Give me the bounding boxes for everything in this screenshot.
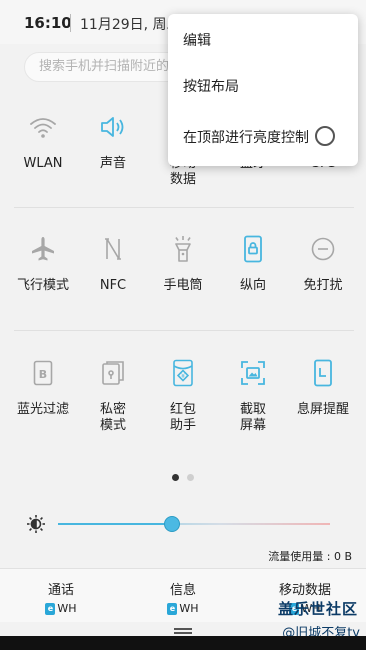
brightness-icon bbox=[26, 514, 46, 538]
brightness-thumb[interactable] bbox=[164, 516, 181, 532]
tile-label: NFC bbox=[99, 278, 127, 293]
tile-row-divider bbox=[14, 207, 354, 208]
tile-red-packet[interactable]: ¥ 红包 助手 bbox=[148, 356, 218, 434]
tile-wifi[interactable]: WLAN bbox=[8, 110, 78, 172]
tile-always-on-display[interactable]: 息屏提醒 bbox=[288, 356, 358, 418]
sim-default-calls[interactable]: 通话 e WH bbox=[0, 579, 122, 615]
sim-name: WH bbox=[179, 602, 199, 615]
tile-label: WLAN bbox=[23, 156, 63, 171]
svg-text:¥: ¥ bbox=[181, 373, 185, 380]
tile-label: 飞行模式 bbox=[16, 278, 69, 293]
tile-label: 截取 屏幕 bbox=[239, 402, 266, 433]
data-usage-label: 流量使用量 : 0 B bbox=[268, 550, 352, 563]
sim-default-value: e WH bbox=[122, 602, 244, 615]
private-mode-icon bbox=[78, 356, 148, 390]
wifi-icon bbox=[8, 110, 78, 144]
tile-blue-light-filter[interactable]: B 蓝光过滤 bbox=[8, 356, 78, 418]
status-time: 16:10 bbox=[24, 14, 72, 32]
overflow-menu: 编辑 按钮布局 在顶部进行亮度控制 bbox=[168, 14, 358, 166]
page-indicator bbox=[172, 474, 194, 481]
tile-label: 声音 bbox=[99, 156, 126, 171]
tile-airplane[interactable]: 飞行模式 bbox=[8, 232, 78, 294]
tile-label: 息屏提醒 bbox=[296, 402, 349, 417]
tile-label: 免打扰 bbox=[303, 278, 343, 293]
tile-portrait-lock[interactable]: 纵向 bbox=[218, 232, 288, 294]
page-dot-2[interactable] bbox=[187, 474, 194, 481]
tile-row-divider bbox=[14, 330, 354, 331]
sim-name: WH bbox=[57, 602, 77, 615]
sim-card-icon: e bbox=[45, 602, 56, 615]
tile-label: 手电筒 bbox=[163, 278, 203, 293]
brightness-on-top-radio[interactable] bbox=[315, 126, 335, 146]
navigation-bar bbox=[0, 636, 366, 650]
sim-default-title: 信息 bbox=[169, 583, 196, 598]
do-not-disturb-icon bbox=[288, 232, 358, 266]
tile-private-mode[interactable]: 私密 模式 bbox=[78, 356, 148, 434]
page-dot-1[interactable] bbox=[172, 474, 179, 481]
tile-do-not-disturb[interactable]: 免打扰 bbox=[288, 232, 358, 294]
sim-default-value: e WH bbox=[0, 602, 122, 615]
tile-label: 蓝光过滤 bbox=[16, 402, 69, 417]
panel-drag-handle[interactable] bbox=[174, 628, 192, 634]
tile-label: 私密 模式 bbox=[99, 402, 126, 433]
blue-light-filter-icon: B bbox=[8, 356, 78, 390]
sim-default-title: 通话 bbox=[47, 583, 74, 598]
screenshot-icon bbox=[218, 356, 288, 390]
flashlight-icon bbox=[148, 232, 218, 266]
airplane-icon bbox=[8, 232, 78, 266]
portrait-lock-icon bbox=[218, 232, 288, 266]
sim-default-messages[interactable]: 信息 e WH bbox=[122, 579, 244, 615]
red-packet-icon: ¥ bbox=[148, 356, 218, 390]
always-on-display-icon bbox=[288, 356, 358, 390]
menu-item-button-layout[interactable]: 按钮布局 bbox=[183, 76, 239, 96]
brightness-fill bbox=[58, 523, 173, 525]
tile-flashlight[interactable]: 手电筒 bbox=[148, 232, 218, 294]
tile-nfc[interactable]: NFC bbox=[78, 232, 148, 294]
status-date: 11月29日, 周二 bbox=[80, 17, 181, 33]
menu-item-brightness-on-top[interactable]: 在顶部进行亮度控制 bbox=[183, 127, 309, 147]
sim-default-title: 移动数据 bbox=[278, 583, 331, 598]
tile-screenshot[interactable]: 截取 屏幕 bbox=[218, 356, 288, 434]
nfc-icon bbox=[78, 232, 148, 266]
brightness-slider[interactable] bbox=[26, 512, 336, 536]
tile-label: 纵向 bbox=[239, 278, 266, 293]
volume-icon bbox=[78, 110, 148, 144]
sim-card-icon: e bbox=[167, 602, 178, 615]
tile-volume[interactable]: 声音 bbox=[78, 110, 148, 172]
svg-text:B: B bbox=[39, 368, 47, 381]
menu-item-edit[interactable]: 编辑 bbox=[183, 30, 211, 50]
tile-label: 红包 助手 bbox=[169, 402, 196, 433]
status-separator bbox=[70, 14, 71, 32]
watermark-brand: 盖乐世社区 bbox=[277, 600, 358, 618]
